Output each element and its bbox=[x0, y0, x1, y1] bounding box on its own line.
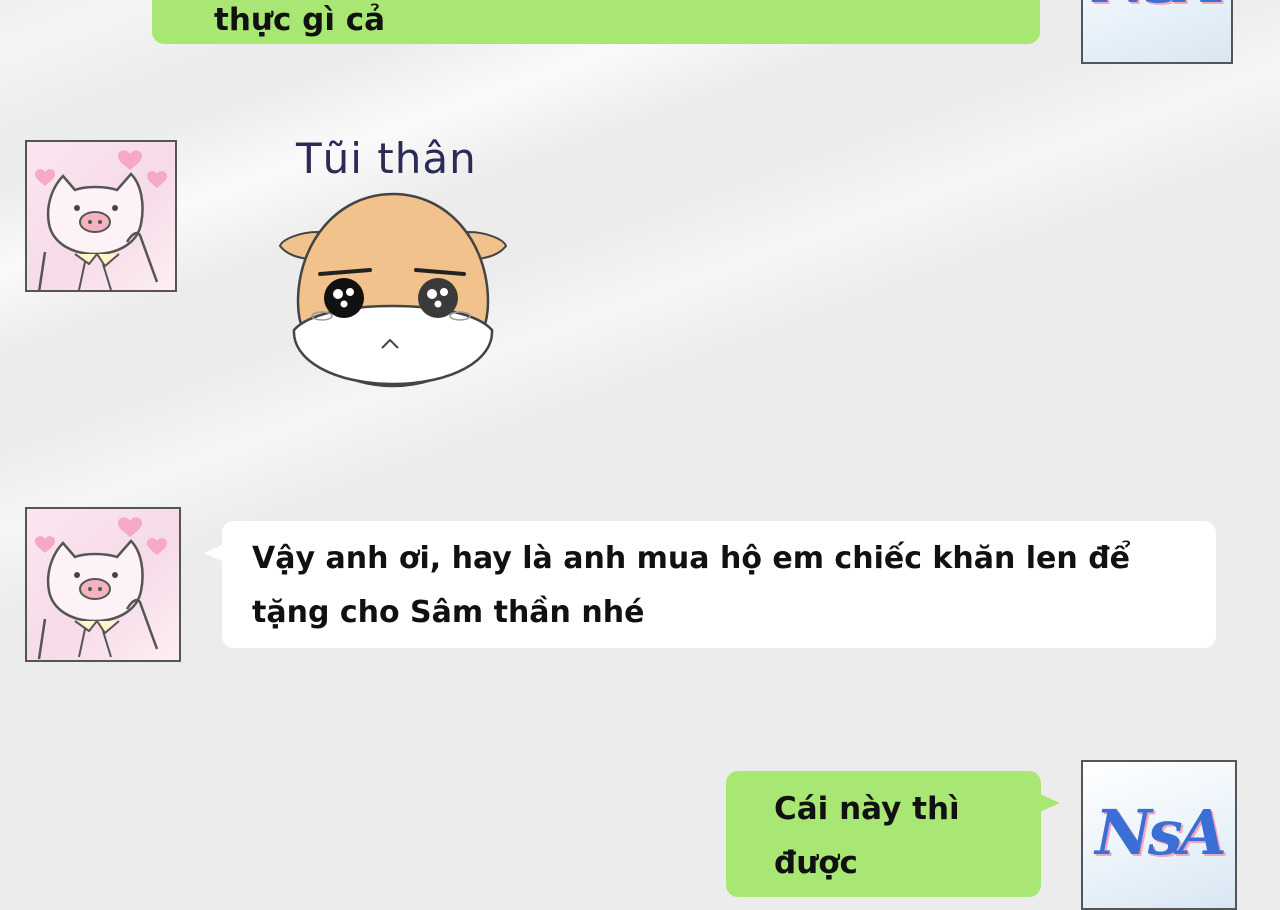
sad-hamster-sticker[interactable] bbox=[278, 192, 508, 392]
self-avatar[interactable]: NsA bbox=[1081, 0, 1233, 64]
bubble-tail bbox=[204, 544, 224, 562]
pig-avatar-icon bbox=[35, 150, 167, 290]
received-message-bubble[interactable]: Vậy anh ơi, hay là anh mua hộ em chiếc k… bbox=[222, 521, 1216, 648]
message-text-line: Vậy anh ơi, hay là anh mua hộ em chiếc k… bbox=[252, 541, 1131, 576]
nsa-logo: NsA bbox=[1083, 0, 1231, 17]
sent-message-bubble[interactable]: thực gì cả bbox=[152, 0, 1040, 44]
sent-message-bubble[interactable]: Cái này thì được bbox=[726, 771, 1041, 897]
self-avatar[interactable]: NsA bbox=[1081, 760, 1237, 910]
nsa-logo: NsA bbox=[1095, 796, 1227, 869]
message-text-line: được bbox=[774, 845, 858, 881]
message-text-line: Cái này thì bbox=[774, 791, 960, 827]
bubble-tail bbox=[1040, 794, 1060, 812]
message-text: thực gì cả bbox=[214, 2, 386, 38]
sticker-caption: Tũi thân bbox=[296, 134, 477, 183]
message-text-line: tặng cho Sâm thần nhé bbox=[252, 595, 645, 630]
pig-avatar-icon bbox=[35, 517, 167, 660]
other-user-avatar[interactable] bbox=[25, 507, 181, 662]
other-user-avatar[interactable] bbox=[25, 140, 177, 292]
